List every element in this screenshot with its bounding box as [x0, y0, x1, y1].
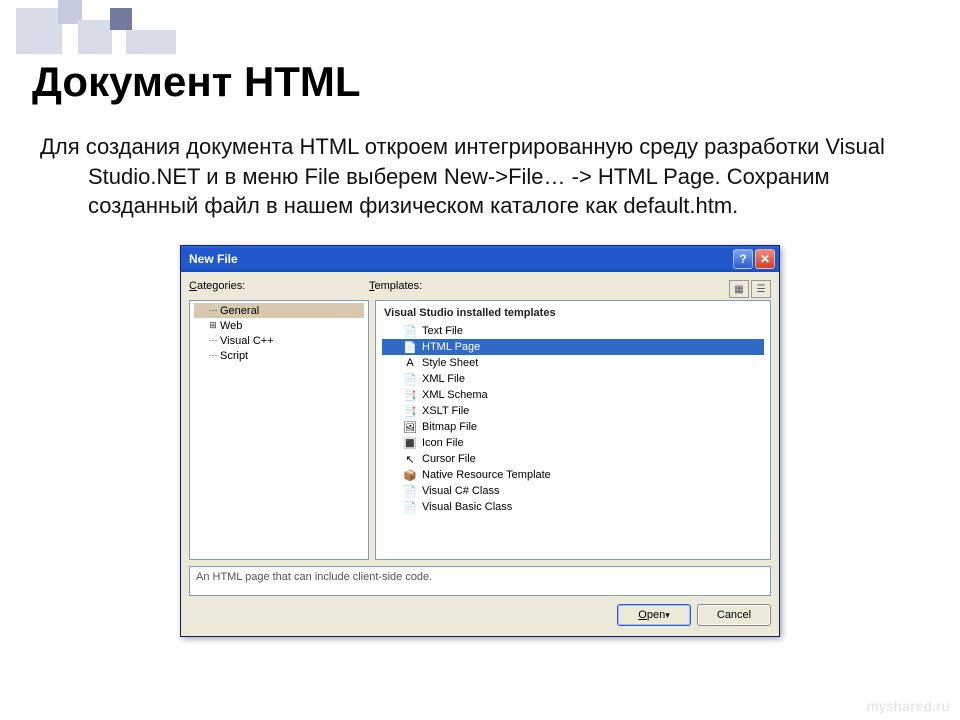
- large-icons-view-button[interactable]: ▦: [729, 280, 749, 298]
- categories-label-rest: ategories:: [197, 280, 245, 292]
- template-item[interactable]: 📦 Native Resource Template: [382, 467, 764, 483]
- file-icon: 📄: [402, 340, 418, 354]
- file-icon: 📑: [402, 404, 418, 418]
- template-label: XML File: [422, 373, 465, 385]
- template-item[interactable]: ↖ Cursor File: [382, 451, 764, 467]
- dialog-title: New File: [189, 252, 238, 266]
- tree-dash-icon: ⋯: [208, 350, 218, 361]
- template-label: XML Schema: [422, 389, 488, 401]
- template-label: Cursor File: [422, 453, 476, 465]
- new-file-dialog: New File ? ✕ Categories: Templates: ▦ ☰: [180, 245, 780, 637]
- template-item[interactable]: 🔳 Icon File: [382, 435, 764, 451]
- categories-label: C: [189, 280, 197, 292]
- file-icon: 📄: [402, 484, 418, 498]
- file-icon: 📦: [402, 468, 418, 482]
- slide-body: Для создания документа HTML откроем инте…: [40, 132, 900, 221]
- category-label: Web: [220, 320, 242, 332]
- template-label: Icon File: [422, 437, 464, 449]
- template-item[interactable]: 📄 Text File: [382, 323, 764, 339]
- template-item[interactable]: 🖼 Bitmap File: [382, 419, 764, 435]
- template-item[interactable]: 📑 XML Schema: [382, 387, 764, 403]
- file-icon: 🖼: [402, 420, 418, 434]
- small-icons-view-button[interactable]: ☰: [751, 280, 771, 298]
- template-label: Native Resource Template: [422, 469, 551, 481]
- file-icon: 📄: [402, 500, 418, 514]
- category-label: Visual C++: [220, 335, 274, 347]
- watermark: myshared.ru: [867, 698, 950, 714]
- category-item[interactable]: ⋯Script: [194, 348, 364, 363]
- template-label: Bitmap File: [422, 421, 477, 433]
- open-label-rest: pen: [647, 609, 665, 621]
- slide-title: Документ HTML: [32, 58, 928, 106]
- templates-label-rest: emplates:: [375, 280, 423, 292]
- template-label: Visual C# Class: [422, 485, 499, 497]
- template-item[interactable]: A Style Sheet: [382, 355, 764, 371]
- template-label: Style Sheet: [422, 357, 478, 369]
- close-button[interactable]: ✕: [755, 249, 775, 269]
- file-icon: 📄: [402, 372, 418, 386]
- category-label: General: [220, 305, 259, 317]
- open-button[interactable]: Open: [617, 604, 691, 626]
- template-description: An HTML page that can include client-sid…: [189, 566, 771, 596]
- file-icon: 🔳: [402, 436, 418, 450]
- template-label: XSLT File: [422, 405, 469, 417]
- file-icon: 📑: [402, 388, 418, 402]
- template-item[interactable]: 📄 Visual C# Class: [382, 483, 764, 499]
- template-item[interactable]: 📄 Visual Basic Class: [382, 499, 764, 515]
- file-icon: A: [402, 356, 418, 370]
- templates-list[interactable]: Visual Studio installed templates 📄 Text …: [375, 300, 771, 560]
- category-label: Script: [220, 350, 248, 362]
- template-item[interactable]: 📑 XSLT File: [382, 403, 764, 419]
- dialog-titlebar[interactable]: New File ? ✕: [181, 246, 779, 272]
- category-item[interactable]: ⊞Web: [194, 318, 364, 333]
- file-icon: ↖: [402, 452, 418, 466]
- template-label: Visual Basic Class: [422, 501, 512, 513]
- tree-dash-icon: ⋯: [208, 335, 218, 346]
- file-icon: 📄: [402, 324, 418, 338]
- template-label: HTML Page: [422, 341, 480, 353]
- template-label: Text File: [422, 325, 463, 337]
- help-button[interactable]: ?: [733, 249, 753, 269]
- category-item[interactable]: ⋯General: [194, 303, 364, 318]
- expand-icon: ⊞: [208, 320, 218, 331]
- tree-dash-icon: ⋯: [208, 305, 218, 316]
- template-item[interactable]: 📄 XML File: [382, 371, 764, 387]
- cancel-button[interactable]: Cancel: [697, 604, 771, 626]
- category-item[interactable]: ⋯Visual C++: [194, 333, 364, 348]
- categories-tree[interactable]: ⋯General⊞Web⋯Visual C++⋯Script: [189, 300, 369, 560]
- templates-group-header: Visual Studio installed templates: [382, 305, 764, 323]
- template-item[interactable]: 📄 HTML Page: [382, 339, 764, 355]
